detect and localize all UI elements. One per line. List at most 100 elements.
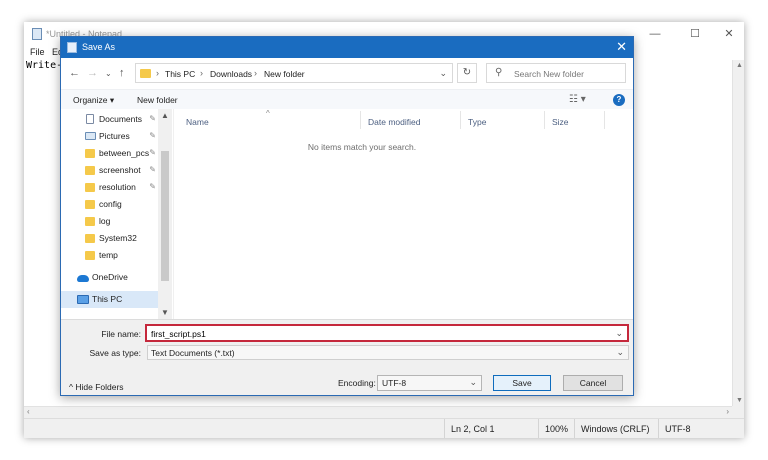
encoding-label: Encoding: <box>338 378 376 388</box>
folder-icon <box>85 200 95 209</box>
minimize-icon[interactable]: — <box>644 26 666 42</box>
column-header-size[interactable]: Size <box>552 117 569 127</box>
scroll-down-icon[interactable]: ▼ <box>736 397 743 404</box>
scroll-right-icon[interactable]: › <box>726 407 729 416</box>
notepad-horizontal-scrollbar[interactable]: ‹ › <box>24 406 732 418</box>
nav-item-temp[interactable]: temp <box>61 247 158 264</box>
search-box[interactable]: ⚲ Search New folder <box>486 63 626 83</box>
menu-file[interactable]: File <box>30 47 45 57</box>
notepad-text[interactable]: Write- <box>26 60 62 71</box>
folder-icon <box>85 166 95 175</box>
navigation-pane-scrollbar[interactable]: ▲ ▼ <box>158 109 172 319</box>
nav-item-label: This PC <box>92 294 123 304</box>
pin-icon: ✎ <box>149 131 156 140</box>
column-divider[interactable] <box>460 111 461 129</box>
dialog-title-bar: Save As ✕ <box>61 37 633 58</box>
encoding-value: UTF-8 <box>382 378 407 388</box>
nav-item-label: temp <box>99 250 118 260</box>
nav-item-resolution[interactable]: resolution ✎ <box>61 179 158 196</box>
forward-arrow-icon[interactable]: → <box>87 67 98 79</box>
hide-folders-button[interactable]: ^ Hide Folders <box>69 382 124 392</box>
organize-button[interactable]: Organize ▾ <box>73 95 114 106</box>
nav-item-config[interactable]: config <box>61 196 158 213</box>
nav-item-log[interactable]: log <box>61 213 158 230</box>
folder-icon <box>85 217 95 226</box>
folder-icon <box>85 183 95 192</box>
notepad-status-bar: Ln 2, Col 1 100% Windows (CRLF) UTF-8 <box>24 418 744 438</box>
save-options-area: File name: first_script.ps1 ⌄ Save as ty… <box>61 319 633 395</box>
breadcrumb-separator-icon: › <box>254 68 257 78</box>
nav-item-label: screenshot <box>99 165 141 175</box>
documents-icon <box>86 114 94 124</box>
folder-icon <box>85 251 95 260</box>
chevron-up-icon: ^ <box>69 382 73 392</box>
nav-item-label: OneDrive <box>92 272 128 282</box>
nav-item-label: Pictures <box>99 131 130 141</box>
scroll-up-icon[interactable]: ▲ <box>161 111 169 120</box>
file-name-input[interactable]: first_script.ps1 ⌄ <box>145 324 629 342</box>
up-arrow-icon[interactable]: ↑ <box>119 67 125 79</box>
dialog-close-icon[interactable]: ✕ <box>616 39 627 55</box>
save-as-type-value: Text Documents (*.txt) <box>151 348 235 358</box>
breadcrumb-new-folder[interactable]: New folder <box>264 69 305 79</box>
nav-item-label: System32 <box>99 233 137 243</box>
save-as-icon <box>67 42 77 53</box>
help-icon[interactable]: ? <box>613 94 625 106</box>
nav-item-this-pc[interactable]: This PC <box>61 291 158 308</box>
chevron-down-icon[interactable]: ⌄ <box>469 377 477 388</box>
chevron-down-icon[interactable]: ⌄ <box>615 328 623 339</box>
status-zoom: 100% <box>538 419 578 438</box>
chevron-down-icon[interactable]: ⌄ <box>616 347 624 358</box>
column-divider[interactable] <box>544 111 545 129</box>
column-header-name[interactable]: Name <box>186 117 209 127</box>
file-list[interactable]: ^ Name Date modified Type Size No items … <box>173 109 633 319</box>
nav-item-onedrive[interactable]: OneDrive <box>61 269 158 286</box>
search-placeholder: Search New folder <box>514 69 584 79</box>
search-icon: ⚲ <box>495 67 503 78</box>
folder-icon <box>85 234 95 243</box>
back-arrow-icon[interactable]: ← <box>69 67 80 79</box>
pin-icon: ✎ <box>149 182 156 191</box>
save-as-type-select[interactable]: Text Documents (*.txt) ⌄ <box>147 345 629 360</box>
column-divider[interactable] <box>360 111 361 129</box>
status-line-ending: Windows (CRLF) <box>574 419 658 438</box>
recent-locations-icon[interactable]: ⌄ <box>105 68 112 80</box>
breadcrumb-this-pc[interactable]: This PC <box>165 69 195 79</box>
pictures-icon <box>85 132 96 140</box>
nav-item-between-pcs[interactable]: between_pcs ✎ <box>61 145 158 162</box>
scrollbar-thumb[interactable] <box>161 151 169 281</box>
notepad-vertical-scrollbar[interactable]: ▲ ▼ <box>732 60 744 406</box>
chevron-down-icon[interactable]: ⌄ <box>439 68 447 79</box>
close-icon[interactable]: ✕ <box>718 26 740 42</box>
nav-item-screenshot[interactable]: screenshot ✎ <box>61 162 158 179</box>
column-header-date-modified[interactable]: Date modified <box>368 117 420 127</box>
column-header-type[interactable]: Type <box>468 117 486 127</box>
maximize-icon[interactable]: ☐ <box>684 26 706 42</box>
pin-icon: ✎ <box>149 165 156 174</box>
screenshot-frame: *Untitled - Notepad — ☐ ✕ File Ed Write-… <box>24 22 744 438</box>
nav-item-label: config <box>99 199 122 209</box>
navigation-pane: Documents ✎ Pictures ✎ between_pcs ✎ scr… <box>61 109 172 319</box>
refresh-icon[interactable]: ↻ <box>457 63 477 83</box>
hide-folders-label: Hide Folders <box>75 382 124 392</box>
nav-item-system32[interactable]: System32 <box>61 230 158 247</box>
scroll-down-icon[interactable]: ▼ <box>161 308 169 317</box>
new-folder-button[interactable]: New folder <box>137 95 178 105</box>
nav-item-pictures[interactable]: Pictures ✎ <box>61 128 158 145</box>
nav-item-label: Documents <box>99 114 142 124</box>
scroll-up-icon[interactable]: ▲ <box>736 62 743 69</box>
save-as-dialog: Save As ✕ ← → ⌄ ↑ › This PC › Downloads … <box>60 36 634 396</box>
view-options-icon[interactable]: ☷ ▾ <box>569 94 586 105</box>
cancel-button[interactable]: Cancel <box>563 375 623 391</box>
breadcrumb-downloads[interactable]: Downloads <box>210 69 252 79</box>
save-button[interactable]: Save <box>493 375 551 391</box>
encoding-select[interactable]: UTF-8 ⌄ <box>377 375 482 391</box>
breadcrumb-separator-icon: › <box>156 68 159 78</box>
nav-item-documents[interactable]: Documents ✎ <box>61 111 158 128</box>
column-divider[interactable] <box>604 111 605 129</box>
scroll-left-icon[interactable]: ‹ <box>27 407 30 416</box>
pin-icon: ✎ <box>149 114 156 123</box>
folder-icon <box>85 149 95 158</box>
nav-item-label: between_pcs <box>99 148 150 158</box>
address-bar[interactable]: › This PC › Downloads › New folder ⌄ <box>135 63 453 83</box>
